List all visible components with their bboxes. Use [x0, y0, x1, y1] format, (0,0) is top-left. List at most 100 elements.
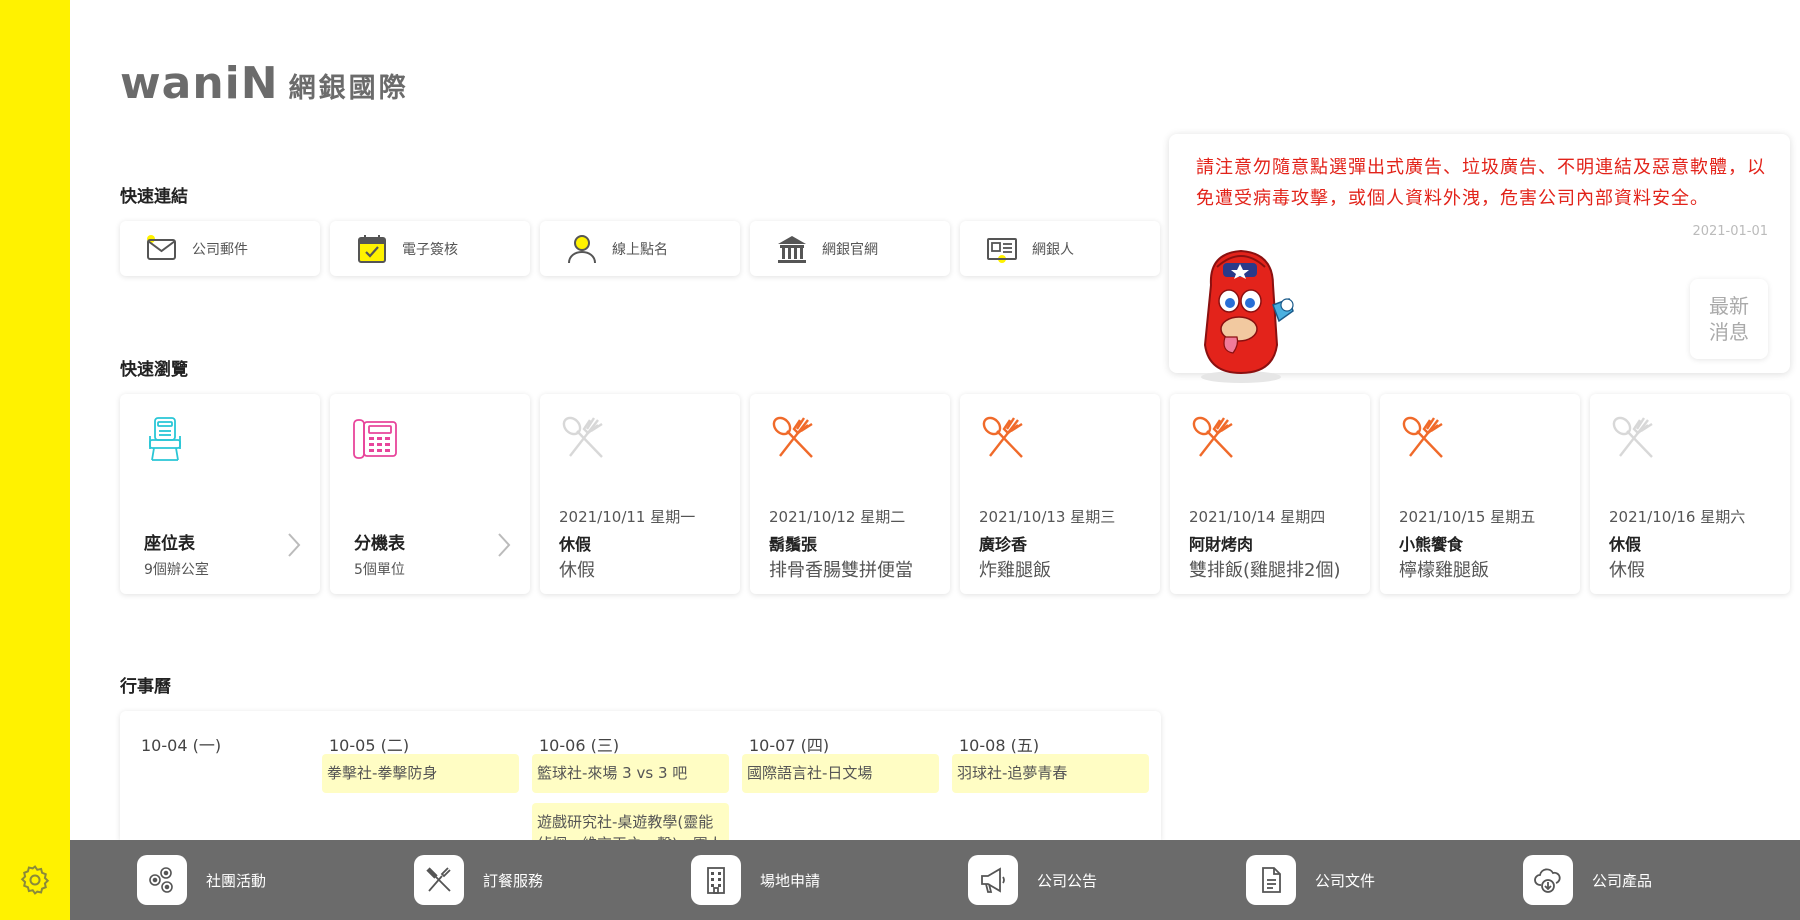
quick-link-label: 公司郵件: [192, 241, 248, 258]
meal-restaurant: 鬍鬚張: [769, 535, 818, 554]
megaphone-icon: [981, 867, 1005, 893]
company-logo[interactable]: waniN 網銀國際: [120, 62, 409, 106]
meal-card[interactable]: 2021/10/15 星期五 小熊饗食 檸檬雞腿飯: [1380, 394, 1580, 594]
nav-label: 訂餐服務: [483, 871, 544, 890]
calendar-event[interactable]: 羽球社-追夢青春: [952, 754, 1149, 793]
document-icon: [1262, 867, 1281, 893]
meal-date: 2021/10/14 星期四: [1189, 508, 1326, 526]
quick-link-label: 網銀官網: [822, 241, 878, 258]
meal-restaurant: 小熊饗食: [1399, 535, 1464, 554]
news-label-line1: 最新: [1709, 294, 1749, 318]
meal-card[interactable]: 2021/10/11 星期一 休假 休假: [540, 394, 740, 594]
nav-label: 場地申請: [760, 871, 821, 890]
quick-link-wanin-people[interactable]: 網銀人: [960, 221, 1160, 276]
extension-card[interactable]: 分機表 5個單位: [330, 394, 530, 594]
meal-restaurant: 休假: [559, 535, 592, 554]
meal-date: 2021/10/15 星期五: [1399, 508, 1536, 526]
day-header: 10-05 (二): [329, 736, 410, 755]
nav-icon-box: [414, 855, 464, 905]
calendar-day: 10-05 (二) 拳擊社-拳擊防身: [322, 711, 522, 840]
calendar-event[interactable]: 拳擊社-拳擊防身: [322, 754, 519, 793]
mail-icon: [147, 234, 176, 260]
quick-link-approval[interactable]: 電子簽核: [330, 221, 530, 276]
quick-link-label: 線上點名: [612, 241, 668, 258]
utensils-icon: [982, 416, 1023, 458]
phone-icon: [353, 419, 397, 459]
meal-date: 2021/10/16 星期六: [1609, 508, 1746, 526]
calendar-check-icon: [358, 234, 386, 263]
nav-icon-box: [1246, 855, 1296, 905]
nav-label: 公司公告: [1037, 871, 1098, 890]
utensils-icon: [1402, 416, 1443, 458]
nav-announcements[interactable]: 公司公告: [968, 855, 1097, 905]
building-icon: [707, 867, 725, 894]
mascot-image: [1201, 249, 1294, 383]
meal-card[interactable]: 2021/10/14 星期四 阿財烤肉 雙排飯(雞腿排2個): [1170, 394, 1370, 594]
quick-link-label: 電子簽核: [402, 241, 458, 258]
chevron-right-icon: [498, 533, 511, 557]
nav-icon-box: [691, 855, 741, 905]
meal-dish: 休假: [559, 560, 595, 581]
meal-dish: 休假: [1609, 560, 1645, 581]
calendar-event[interactable]: 國際語言社-日文場: [742, 754, 939, 793]
meal-dish: 檸檬雞腿飯: [1399, 560, 1489, 581]
quick-link-website[interactable]: 網銀官網: [750, 221, 950, 276]
meal-card[interactable]: 2021/10/13 星期三 廣珍香 炸雞腿飯: [960, 394, 1160, 594]
nav-label: 社團活動: [206, 871, 267, 890]
meal-restaurant: 休假: [1609, 535, 1642, 554]
quick-browse-title: 快速瀏覽: [120, 360, 188, 380]
nav-label: 公司產品: [1592, 871, 1653, 890]
nav-club-activities[interactable]: 社團活動: [137, 855, 266, 905]
utensils-icon: [562, 416, 603, 458]
meal-dish: 排骨香腸雙拼便當: [769, 560, 913, 581]
bank-icon: [778, 235, 806, 263]
nav-meal-ordering[interactable]: 訂餐服務: [414, 855, 543, 905]
meal-card[interactable]: 2021/10/12 星期二 鬍鬚張 排骨香腸雙拼便當: [750, 394, 950, 594]
left-sidebar: [0, 0, 70, 920]
chevron-right-icon: [288, 533, 301, 557]
newspaper-icon: [987, 237, 1017, 263]
calendar-event[interactable]: 籃球社-來場 3 vs 3 吧: [532, 754, 729, 793]
notice-text: 請注意勿隨意點選彈出式廣告、垃圾廣告、不明連結及惡意軟體，以免遭受病毒攻擊，或個…: [1196, 157, 1766, 209]
cloud-download-icon: [1534, 868, 1561, 893]
seat-chart-card[interactable]: 座位表 9個辦公室: [120, 394, 320, 594]
card-subtitle: 5個單位: [354, 562, 405, 578]
nav-documents[interactable]: 公司文件: [1246, 855, 1375, 905]
user-icon: [568, 234, 596, 263]
latest-news-button[interactable]: 最新 消息: [1690, 279, 1768, 359]
utensils-icon: [772, 416, 813, 458]
card-title: 分機表: [354, 534, 405, 554]
meal-date: 2021/10/11 星期一: [559, 508, 696, 526]
day-header: 10-04 (一): [141, 736, 222, 755]
news-label-line2: 消息: [1709, 320, 1749, 344]
nav-icon-box: [137, 855, 187, 905]
notice-date: 2021-01-01: [1692, 224, 1768, 239]
meal-dish: 雙排飯(雞腿排2個): [1189, 560, 1341, 581]
club-icon: [149, 867, 173, 893]
nav-products[interactable]: 公司產品: [1523, 855, 1652, 905]
nav-venue-application[interactable]: 場地申請: [691, 855, 820, 905]
calendar-event[interactable]: 遊戲研究社-桌遊教學(靈能偵探、維京王之一擊)、團人Pub: [532, 803, 729, 840]
utensils-icon: [1192, 416, 1233, 458]
day-header: 10-06 (三): [539, 736, 620, 755]
logo-wordmark: waniN: [120, 58, 279, 109]
quick-link-mail[interactable]: 公司郵件: [120, 221, 320, 276]
logo-chinese: 網銀國際: [288, 73, 409, 104]
calendar-day: 10-08 (五) 羽球社-追夢青春: [952, 711, 1152, 840]
quick-browse: 座位表 9個辦公室 分機表 5個單位 2021/10/11 星期一 休假 休假 …: [120, 394, 1790, 594]
calendar-day: 10-04 (一): [134, 711, 334, 840]
quick-link-rollcall[interactable]: 線上點名: [540, 221, 740, 276]
utensils-icon: [426, 867, 451, 892]
gear-icon[interactable]: [18, 863, 52, 897]
nav-label: 公司文件: [1315, 871, 1376, 890]
card-subtitle: 9個辦公室: [144, 562, 209, 578]
main-content: waniN 網銀國際 快速連結 公司郵件 電子簽核 線上點名 網銀官網 網銀人 …: [70, 0, 1800, 840]
meal-restaurant: 廣珍香: [979, 535, 1028, 554]
calendar: 10-04 (一) 10-05 (二) 拳擊社-拳擊防身 10-06 (三) 籃…: [120, 711, 1161, 840]
day-header: 10-07 (四): [749, 736, 830, 755]
meal-date: 2021/10/12 星期二: [769, 508, 906, 526]
nav-icon-box: [1523, 855, 1573, 905]
quick-links: 公司郵件 電子簽核 線上點名 網銀官網 網銀人: [120, 221, 1160, 276]
calendar-day: 10-06 (三) 籃球社-來場 3 vs 3 吧 遊戲研究社-桌遊教學(靈能偵…: [532, 711, 732, 840]
meal-card[interactable]: 2021/10/16 星期六 休假 休假: [1590, 394, 1790, 594]
